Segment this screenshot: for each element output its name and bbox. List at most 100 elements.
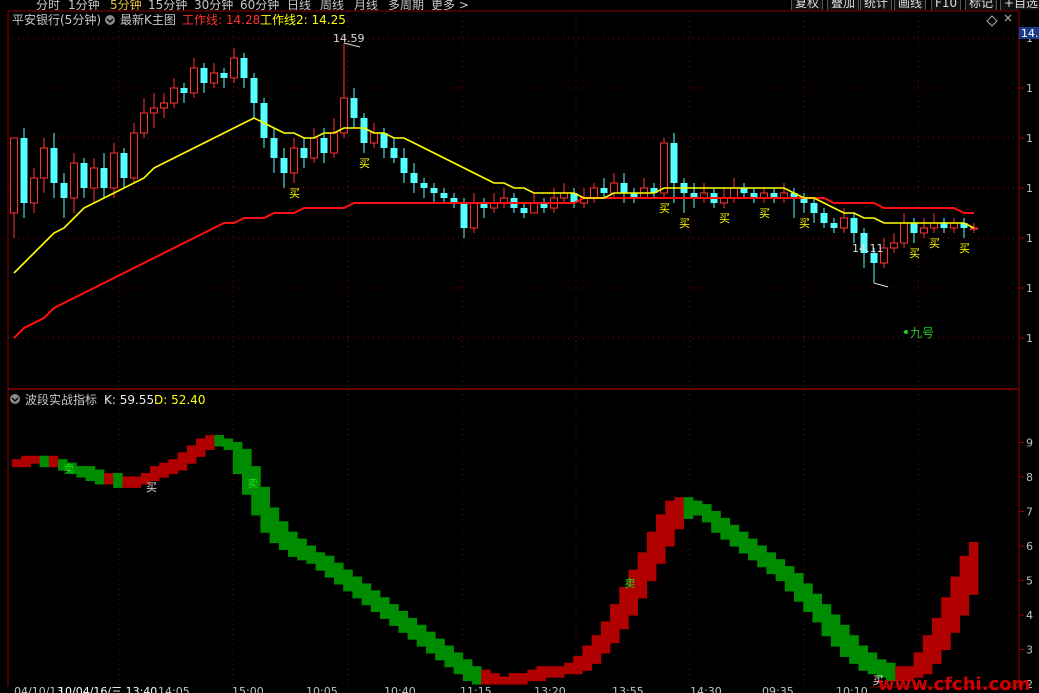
kd-band-segment <box>453 652 464 675</box>
time-axis-label: 14:30 <box>690 685 722 693</box>
kd-band-segment <box>370 590 381 613</box>
candle-body <box>370 132 378 144</box>
kd-band-segment <box>674 497 684 530</box>
kd-band-segment <box>821 604 832 637</box>
sub-axis-label: 7 <box>1026 506 1033 519</box>
kd-band-segment <box>757 545 767 568</box>
nine-marker-dot <box>904 330 908 334</box>
kd-band-segment <box>278 521 289 550</box>
k-value: K: 59.55 <box>104 393 154 407</box>
diamond-icon[interactable] <box>986 15 998 27</box>
sub-axis-label: 3 <box>1026 644 1033 657</box>
kd-band-segment <box>361 583 372 606</box>
candle-body <box>80 163 88 188</box>
candle-body <box>660 142 668 194</box>
sub-indicator-name[interactable]: 波段实战指标 <box>25 392 97 407</box>
close-icon[interactable] <box>1004 14 1012 22</box>
kd-band-segment <box>324 555 335 578</box>
kd-band-segment <box>177 452 188 471</box>
kd-band-segment <box>536 666 546 682</box>
candle-body <box>600 188 608 193</box>
candle-body <box>470 202 478 229</box>
sub-indicator-menu-icon[interactable] <box>10 394 20 404</box>
candle-body <box>10 137 18 214</box>
candle-body <box>140 112 148 134</box>
kd-band-segment <box>39 455 50 468</box>
kd-band-segment <box>186 445 197 464</box>
kd-band-segment <box>499 676 510 685</box>
stock-title: 平安银行(5分钟) <box>12 12 101 27</box>
kd-band-segment <box>435 638 445 661</box>
candle-body <box>130 132 138 179</box>
candle-body <box>670 143 678 183</box>
kd-band-segment <box>692 500 703 516</box>
main-candle-chart[interactable]: 买买买买买买买买买买 <box>10 42 978 339</box>
kd-band-segment <box>830 614 841 647</box>
kd-band-segment <box>315 552 326 571</box>
sub-axis-label: 5 <box>1026 575 1033 588</box>
time-axis-label: 10:40 <box>384 685 416 693</box>
kd-band-segment <box>646 531 657 582</box>
line1-value: 工作线: 14.28 <box>182 13 260 27</box>
price-axis-label: 1 <box>1026 182 1033 195</box>
candle-body <box>410 173 418 183</box>
candle-body <box>50 148 58 183</box>
kd-band-segment <box>775 559 786 582</box>
kd-band-segment <box>205 435 215 450</box>
kd-band-segment <box>932 617 942 664</box>
sell-marker: 卖 <box>63 463 74 476</box>
price-axis-label: 1 <box>1026 132 1033 145</box>
candle-body <box>380 133 388 148</box>
chart-canvas[interactable]: 111111198765432 买买买买买买买买买买 卖卖买买卖 平安银行(5分… <box>0 0 1039 693</box>
kd-band-segment <box>196 438 206 457</box>
candle-body <box>610 182 618 194</box>
time-axis-label: 15:00 <box>232 685 264 693</box>
work-line-2-series <box>13 197 974 339</box>
watermark: www.cfchi.com <box>878 674 1030 693</box>
buy-marker: 买 <box>146 481 157 494</box>
candle-body <box>160 102 168 109</box>
kd-band-segment <box>968 542 979 595</box>
candle-body <box>170 87 178 104</box>
kd-band-segment <box>591 635 602 664</box>
candle-body <box>620 183 628 193</box>
kd-indicator-chart[interactable]: 卖卖买买卖 <box>12 435 979 687</box>
kd-band-segment <box>490 673 500 685</box>
candle-body <box>230 57 238 79</box>
candle-body <box>60 183 68 198</box>
kd-band-segment <box>794 573 804 602</box>
sell-marker: 卖 <box>624 577 635 590</box>
kd-band-segment <box>867 652 878 675</box>
candle-body <box>150 107 158 114</box>
kd-band-segment <box>472 666 482 685</box>
kd-band-segment <box>554 666 565 678</box>
kd-band-segment <box>168 459 178 475</box>
price-axis-label: 1 <box>1026 332 1033 345</box>
candle-body <box>730 187 738 199</box>
kd-band-segment <box>738 531 749 554</box>
candle-body <box>120 153 128 178</box>
low-label-pointer <box>873 282 889 288</box>
buy-marker: 买 <box>759 207 770 220</box>
indicator-menu-icon[interactable] <box>105 15 115 25</box>
kd-band-segment <box>94 469 105 485</box>
candle-body <box>840 217 848 229</box>
kd-band-segment <box>444 645 454 668</box>
kd-band-segment <box>389 604 399 626</box>
kd-band-segment <box>545 666 556 678</box>
kd-band-segment <box>334 562 344 585</box>
kd-band-segment <box>306 545 316 564</box>
candle-body <box>240 58 248 78</box>
main-indicator-name[interactable]: 最新K主图 <box>120 12 176 27</box>
candle-body <box>830 223 838 228</box>
kd-band-segment <box>288 531 298 557</box>
kd-band-segment <box>214 435 224 447</box>
candle-body <box>100 168 108 188</box>
kd-band-segment <box>950 576 960 633</box>
kd-band-segment <box>610 604 620 644</box>
kd-band-segment <box>656 514 666 564</box>
time-axis-label: 09:35 <box>762 685 794 693</box>
kd-band-segment <box>407 617 418 640</box>
candle-body <box>820 213 828 223</box>
kd-band-segment <box>343 569 353 592</box>
